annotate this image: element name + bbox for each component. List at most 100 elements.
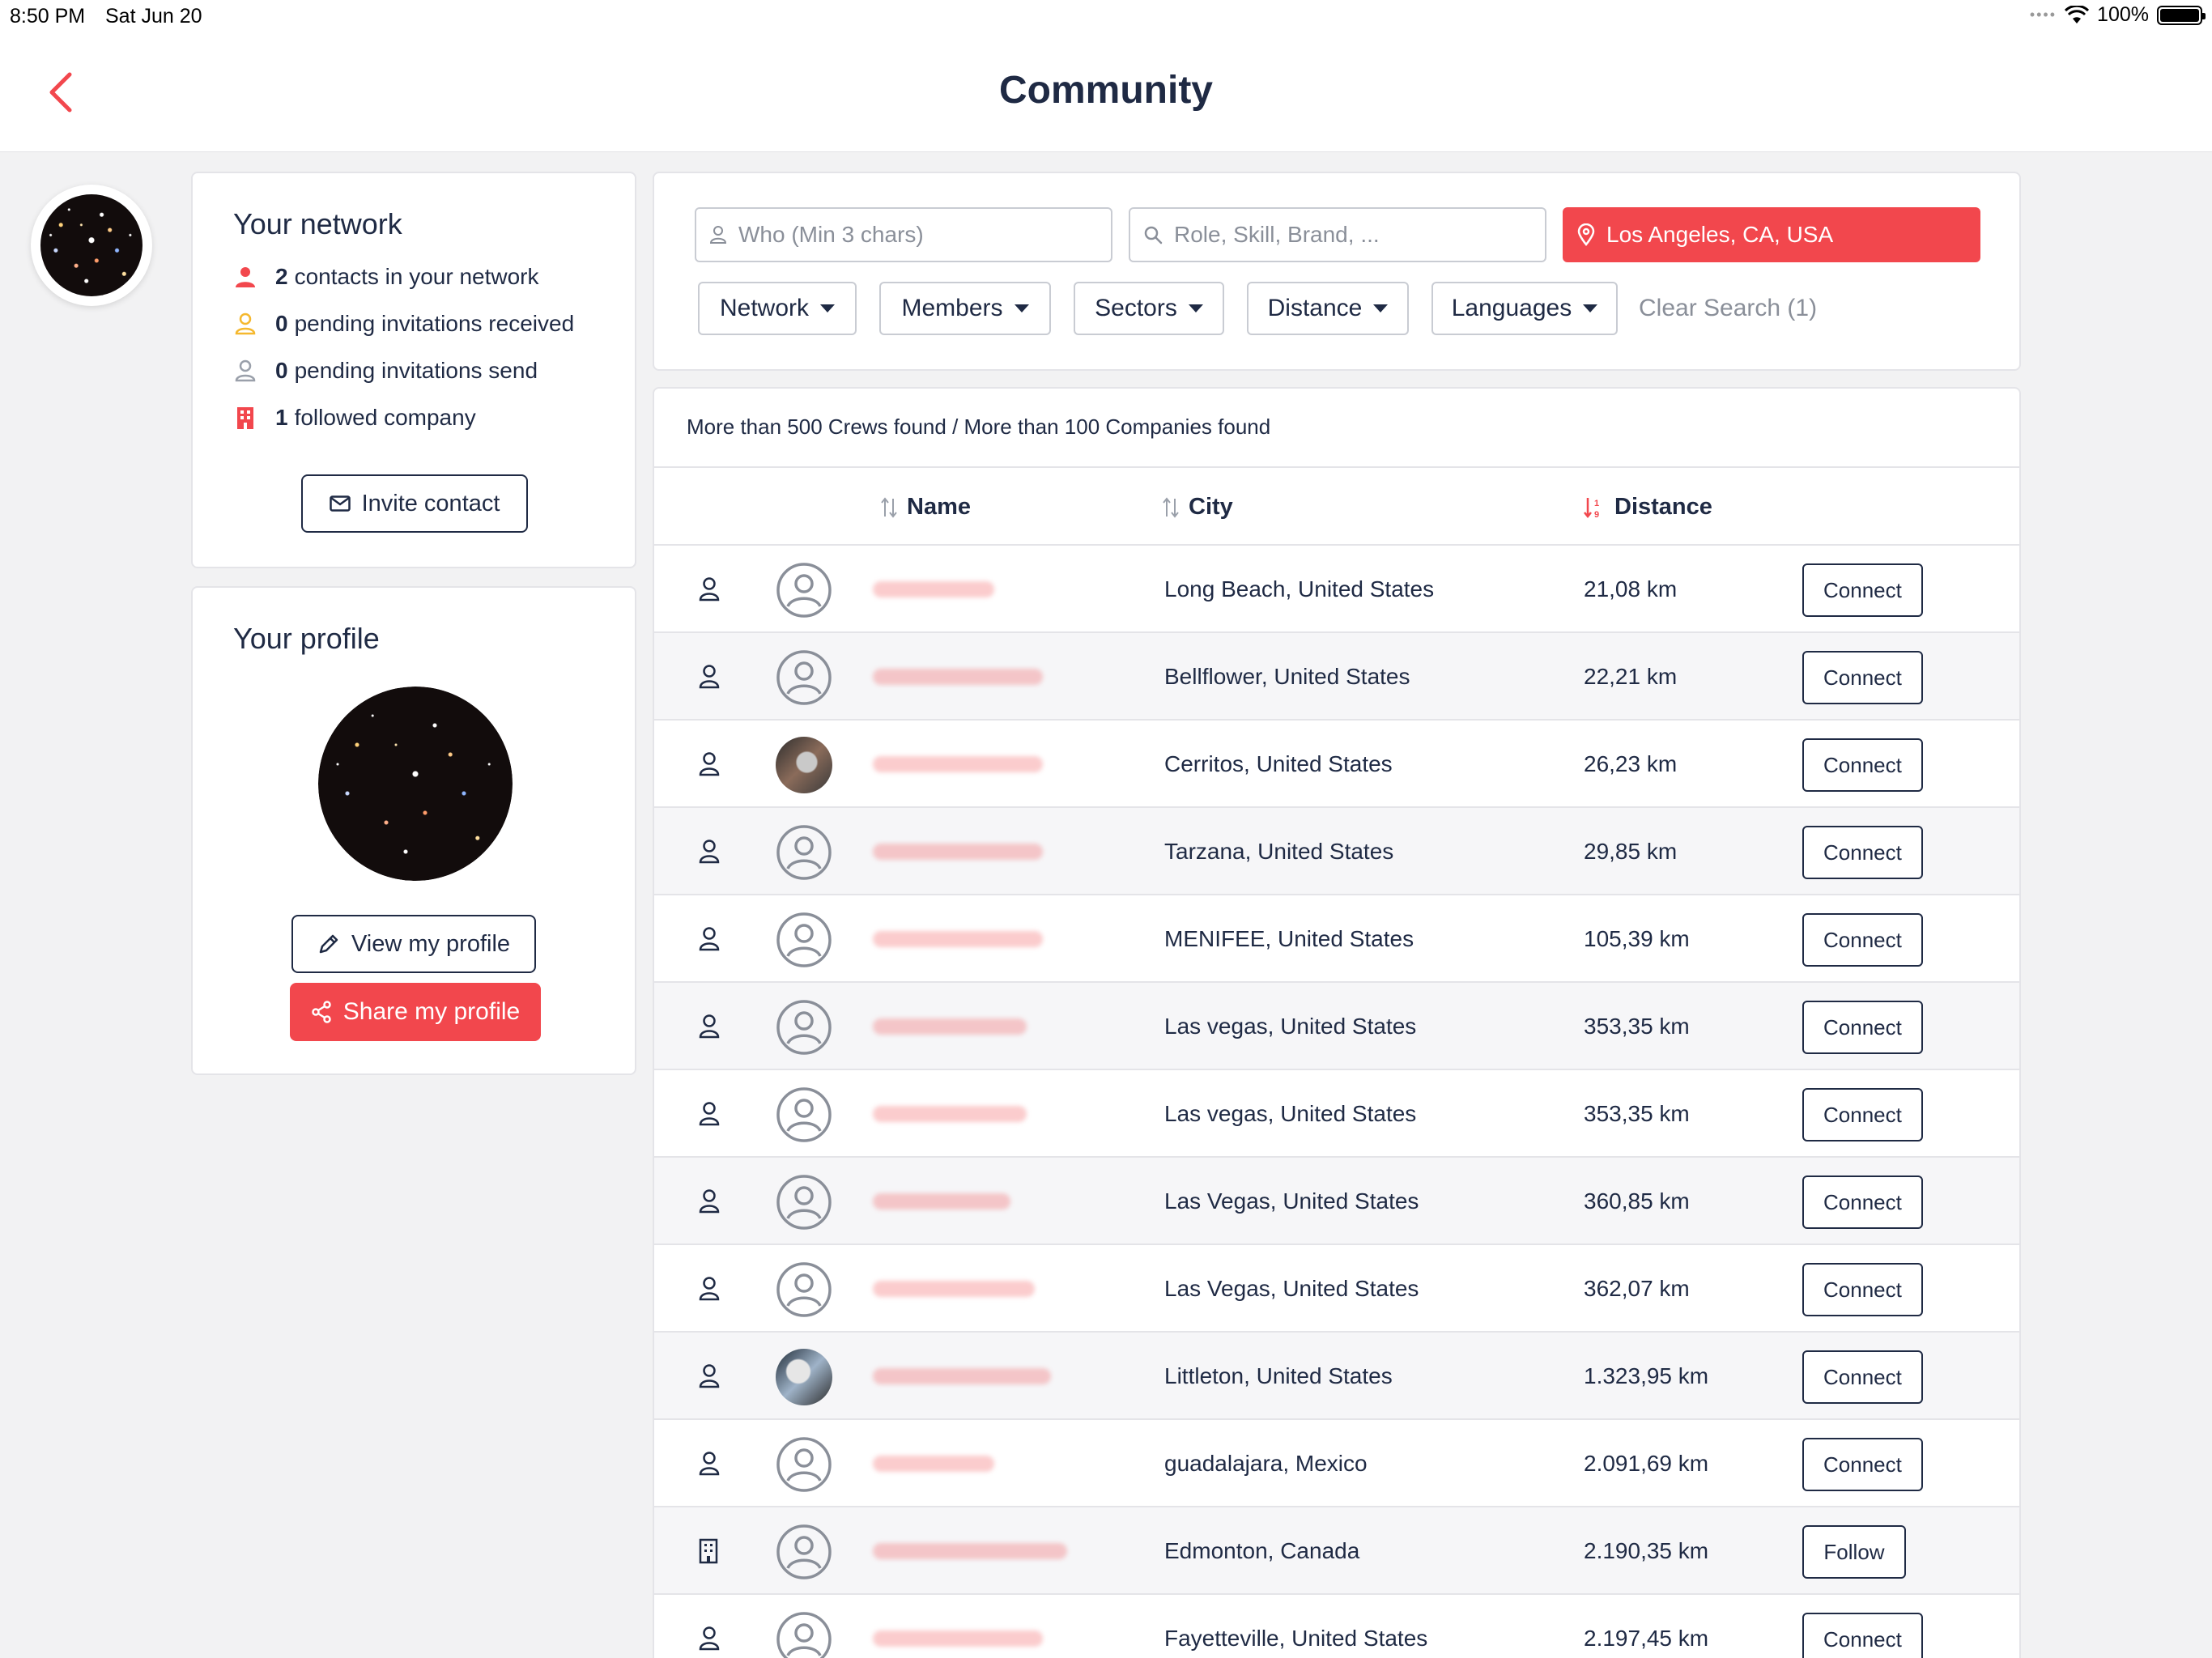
- clear-search-button[interactable]: Clear Search (1): [1639, 295, 1817, 322]
- person-filled-icon: [233, 264, 257, 290]
- avatar-placeholder-icon[interactable]: [776, 1436, 832, 1493]
- avatar-placeholder-icon[interactable]: [776, 1524, 832, 1580]
- row-distance: 362,07 km: [1584, 1276, 1690, 1301]
- row-name-redacted[interactable]: [873, 844, 1043, 860]
- user-avatar[interactable]: [31, 185, 152, 306]
- row-name-redacted[interactable]: [873, 1106, 1027, 1122]
- connect-button[interactable]: Connect: [1802, 1613, 1923, 1658]
- row-name-redacted[interactable]: [873, 756, 1043, 772]
- network-pending-send-row[interactable]: 0 pending invitations send: [233, 358, 538, 384]
- connect-button[interactable]: Connect: [1802, 563, 1923, 617]
- who-search-field[interactable]: [695, 207, 1112, 262]
- row-name-redacted[interactable]: [873, 1456, 994, 1472]
- share-profile-button[interactable]: Share my profile: [290, 983, 541, 1041]
- distance-filter-button[interactable]: Distance: [1247, 282, 1409, 335]
- location-field[interactable]: [1563, 207, 1980, 262]
- avatar-placeholder-icon[interactable]: [776, 912, 832, 968]
- network-followed-company-row[interactable]: 1 followed company: [233, 405, 476, 431]
- row-city: Cerritos, United States: [1164, 751, 1393, 776]
- avatar-placeholder-icon[interactable]: [776, 562, 832, 619]
- view-profile-label: View my profile: [351, 930, 511, 957]
- connect-button[interactable]: Connect: [1802, 913, 1923, 967]
- person-outline-icon: [698, 1014, 722, 1041]
- avatar-placeholder-icon[interactable]: [776, 1086, 832, 1143]
- avatar-placeholder-icon[interactable]: [776, 999, 832, 1056]
- row-name-redacted[interactable]: [873, 931, 1043, 947]
- network-contacts-row[interactable]: 2 contacts in your network: [233, 264, 539, 290]
- table-row[interactable]: Las vegas, United States 353,35 km Connect: [654, 983, 2019, 1070]
- row-distance: 1.323,95 km: [1584, 1363, 1709, 1388]
- results-list: Long Beach, United States 21,08 km Connect…: [654, 546, 2019, 1658]
- search-card: Network Members Sectors Distance Languag…: [653, 172, 2021, 371]
- profile-card: Your profile View my profile Share my pr…: [191, 586, 636, 1075]
- distance-column-label: Distance: [1614, 494, 1712, 520]
- contacts-label: contacts in your network: [294, 264, 539, 289]
- table-row[interactable]: Cerritos, United States 26,23 km Connect: [654, 721, 2019, 808]
- avatar-placeholder-icon[interactable]: [776, 1261, 832, 1318]
- connect-button[interactable]: Connect: [1802, 1350, 1923, 1404]
- connect-button[interactable]: Connect: [1802, 651, 1923, 704]
- connect-button[interactable]: Connect: [1802, 826, 1923, 879]
- row-avatar-photo[interactable]: [776, 737, 832, 793]
- row-name-redacted[interactable]: [873, 1543, 1067, 1559]
- row-city: Long Beach, United States: [1164, 576, 1435, 602]
- building-icon: [233, 405, 257, 431]
- row-name-redacted[interactable]: [873, 1193, 1010, 1209]
- who-search-input[interactable]: [738, 222, 1078, 248]
- row-avatar-photo[interactable]: [776, 1349, 832, 1405]
- avatar-placeholder-icon[interactable]: [776, 649, 832, 706]
- connect-button[interactable]: Connect: [1802, 1175, 1923, 1229]
- table-row[interactable]: Las Vegas, United States 362,07 km Connect: [654, 1245, 2019, 1333]
- table-row[interactable]: Bellflower, United States 22,21 km Connect: [654, 633, 2019, 721]
- row-name-redacted[interactable]: [873, 669, 1043, 685]
- avatar-placeholder-icon[interactable]: [776, 1611, 832, 1658]
- name-column-header[interactable]: Name: [881, 494, 971, 521]
- follow-button[interactable]: Follow: [1802, 1525, 1906, 1579]
- languages-filter-button[interactable]: Languages: [1431, 282, 1618, 335]
- row-name-redacted[interactable]: [873, 1018, 1027, 1035]
- table-row[interactable]: Las Vegas, United States 360,85 km Connect: [654, 1158, 2019, 1245]
- connect-button[interactable]: Connect: [1802, 738, 1923, 792]
- connect-button[interactable]: Connect: [1802, 1263, 1923, 1316]
- table-row[interactable]: MENIFEE, United States 105,39 km Connect: [654, 895, 2019, 983]
- avatar-placeholder-icon[interactable]: [776, 824, 832, 881]
- row-distance: 26,23 km: [1584, 751, 1678, 776]
- connect-button[interactable]: Connect: [1802, 1001, 1923, 1054]
- table-row[interactable]: Littleton, United States 1.323,95 km Conne…: [654, 1333, 2019, 1420]
- sectors-filter-button[interactable]: Sectors: [1074, 282, 1224, 335]
- invite-contact-button[interactable]: Invite contact: [301, 474, 528, 533]
- table-row[interactable]: Tarzana, United States 29,85 km Connect: [654, 808, 2019, 895]
- network-pending-received-row[interactable]: 0 pending invitations received: [233, 311, 574, 337]
- status-bar: 8:50 PM Sat Jun 20 •••• 100%: [0, 0, 2212, 32]
- network-filter-label: Network: [719, 295, 810, 321]
- page-title: Community: [999, 69, 1213, 112]
- network-filter-button[interactable]: Network: [698, 282, 857, 335]
- role-search-field[interactable]: [1129, 207, 1546, 262]
- row-city: Tarzana, United States: [1164, 839, 1394, 864]
- followed-company-count: 1: [275, 405, 288, 430]
- row-name-redacted[interactable]: [873, 1368, 1051, 1384]
- wifi-icon: [2065, 5, 2090, 23]
- person-outline-icon: [698, 1363, 722, 1391]
- person-outline-icon: [698, 664, 722, 691]
- table-row[interactable]: Fayetteville, United States 2.197,45 km Co…: [654, 1595, 2019, 1658]
- table-row[interactable]: Las vegas, United States 353,35 km Connect: [654, 1070, 2019, 1158]
- role-search-input[interactable]: [1174, 222, 1514, 248]
- table-row[interactable]: Edmonton, Canada 2.190,35 km Follow: [654, 1507, 2019, 1595]
- person-outline-yellow-icon: [233, 311, 257, 337]
- table-row[interactable]: guadalajara, Mexico 2.091,69 km Connect: [654, 1420, 2019, 1507]
- view-profile-button[interactable]: View my profile: [291, 915, 536, 973]
- row-name-redacted[interactable]: [873, 581, 994, 597]
- location-input[interactable]: [1606, 222, 1946, 248]
- battery-percent: 100%: [2097, 3, 2149, 26]
- connect-button[interactable]: Connect: [1802, 1088, 1923, 1141]
- members-filter-button[interactable]: Members: [879, 282, 1051, 335]
- row-name-redacted[interactable]: [873, 1630, 1043, 1647]
- row-name-redacted[interactable]: [873, 1281, 1035, 1297]
- connect-button[interactable]: Connect: [1802, 1438, 1923, 1491]
- city-column-header[interactable]: City: [1163, 494, 1233, 521]
- avatar-placeholder-icon[interactable]: [776, 1174, 832, 1231]
- person-outline-icon: [709, 226, 727, 244]
- distance-column-header[interactable]: 19 Distance: [1584, 494, 1712, 521]
- table-row[interactable]: Long Beach, United States 21,08 km Connect: [654, 546, 2019, 633]
